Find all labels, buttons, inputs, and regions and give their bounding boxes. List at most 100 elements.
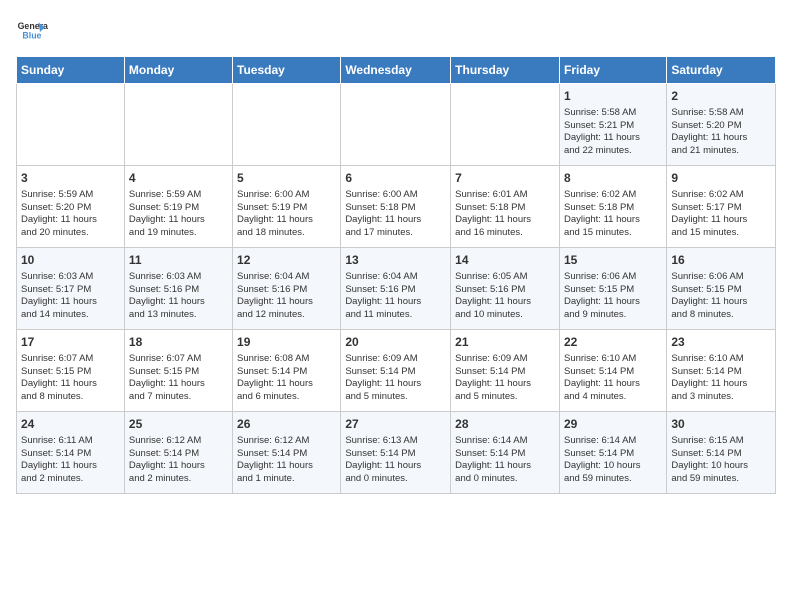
calendar-cell (341, 84, 451, 166)
calendar-week-row: 10Sunrise: 6:03 AMSunset: 5:17 PMDayligh… (17, 248, 776, 330)
calendar-cell: 14 Sunrise: 6:05 AMSunset: 5:16 PMDayligh… (451, 248, 560, 330)
day-number: 16 (671, 252, 771, 269)
day-info: Sunrise: 6:12 AMSunset: 5:14 PMDaylight:… (129, 435, 228, 486)
calendar-week-row: 3 Sunrise: 5:59 AMSunset: 5:20 PMDaylight… (17, 166, 776, 248)
day-number: 21 (455, 334, 555, 351)
calendar-cell (233, 84, 341, 166)
logo-icon: General Blue (16, 16, 48, 48)
calendar-cell: 30 Sunrise: 6:15 AMSunset: 5:14 PMDayligh… (667, 412, 776, 494)
day-number: 28 (455, 416, 555, 433)
calendar-cell: 13Sunrise: 6:04 AMSunset: 5:16 PMDayligh… (341, 248, 451, 330)
day-info: Sunrise: 6:03 AMSunset: 5:17 PMDaylight:… (21, 271, 120, 322)
calendar-cell: 4 Sunrise: 5:59 AMSunset: 5:19 PMDaylight… (124, 166, 232, 248)
day-number: 1 (564, 88, 662, 105)
day-number: 5 (237, 170, 336, 187)
calendar-cell (124, 84, 232, 166)
day-info: Sunrise: 6:15 AMSunset: 5:14 PMDaylight:… (671, 435, 771, 486)
calendar-cell: 1 Sunrise: 5:58 AMSunset: 5:21 PMDaylight… (559, 84, 666, 166)
day-info: Sunrise: 6:03 AMSunset: 5:16 PMDaylight:… (129, 271, 228, 322)
calendar-cell: 27Sunrise: 6:13 AMSunset: 5:14 PMDayligh… (341, 412, 451, 494)
day-number: 22 (564, 334, 662, 351)
calendar-cell (451, 84, 560, 166)
calendar-cell: 29 Sunrise: 6:14 AMSunset: 5:14 PMDayligh… (559, 412, 666, 494)
weekday-header-wednesday: Wednesday (341, 57, 451, 84)
calendar-cell: 21 Sunrise: 6:09 AMSunset: 5:14 PMDayligh… (451, 330, 560, 412)
weekday-header-row: SundayMondayTuesdayWednesdayThursdayFrid… (17, 57, 776, 84)
day-number: 8 (564, 170, 662, 187)
calendar-cell: 15 Sunrise: 6:06 AMSunset: 5:15 PMDayligh… (559, 248, 666, 330)
day-info: Sunrise: 5:59 AMSunset: 5:20 PMDaylight:… (21, 189, 120, 240)
weekday-header-sunday: Sunday (17, 57, 125, 84)
day-number: 20 (345, 334, 446, 351)
day-number: 13 (345, 252, 446, 269)
calendar-cell: 11 Sunrise: 6:03 AMSunset: 5:16 PMDayligh… (124, 248, 232, 330)
calendar-cell: 22Sunrise: 6:10 AMSunset: 5:14 PMDayligh… (559, 330, 666, 412)
day-info: Sunrise: 6:14 AMSunset: 5:14 PMDaylight:… (564, 435, 662, 486)
svg-text:Blue: Blue (22, 30, 41, 40)
weekday-header-thursday: Thursday (451, 57, 560, 84)
day-number: 30 (671, 416, 771, 433)
day-info: Sunrise: 6:02 AMSunset: 5:18 PMDaylight:… (564, 189, 662, 240)
day-info: Sunrise: 6:11 AMSunset: 5:14 PMDaylight:… (21, 435, 120, 486)
day-number: 7 (455, 170, 555, 187)
weekday-header-saturday: Saturday (667, 57, 776, 84)
day-number: 24 (21, 416, 120, 433)
calendar-cell: 8 Sunrise: 6:02 AMSunset: 5:18 PMDaylight… (559, 166, 666, 248)
day-number: 19 (237, 334, 336, 351)
calendar-week-row: 1 Sunrise: 5:58 AMSunset: 5:21 PMDaylight… (17, 84, 776, 166)
calendar-cell: 24 Sunrise: 6:11 AMSunset: 5:14 PMDayligh… (17, 412, 125, 494)
svg-text:General: General (18, 21, 48, 31)
calendar-cell: 23 Sunrise: 6:10 AMSunset: 5:14 PMDayligh… (667, 330, 776, 412)
calendar-cell: 12 Sunrise: 6:04 AMSunset: 5:16 PMDayligh… (233, 248, 341, 330)
calendar-cell: 17 Sunrise: 6:07 AMSunset: 5:15 PMDayligh… (17, 330, 125, 412)
calendar-cell: 6Sunrise: 6:00 AMSunset: 5:18 PMDaylight… (341, 166, 451, 248)
weekday-header-friday: Friday (559, 57, 666, 84)
day-info: Sunrise: 6:10 AMSunset: 5:14 PMDaylight:… (671, 353, 771, 404)
day-info: Sunrise: 6:13 AMSunset: 5:14 PMDaylight:… (345, 435, 446, 486)
day-info: Sunrise: 6:06 AMSunset: 5:15 PMDaylight:… (564, 271, 662, 322)
day-info: Sunrise: 6:08 AMSunset: 5:14 PMDaylight:… (237, 353, 336, 404)
day-info: Sunrise: 6:05 AMSunset: 5:16 PMDaylight:… (455, 271, 555, 322)
day-info: Sunrise: 6:00 AMSunset: 5:19 PMDaylight:… (237, 189, 336, 240)
calendar-week-row: 17 Sunrise: 6:07 AMSunset: 5:15 PMDayligh… (17, 330, 776, 412)
day-number: 14 (455, 252, 555, 269)
day-number: 29 (564, 416, 662, 433)
day-number: 2 (671, 88, 771, 105)
day-info: Sunrise: 5:58 AMSunset: 5:20 PMDaylight:… (671, 107, 771, 158)
day-number: 17 (21, 334, 120, 351)
page-header: General Blue (16, 16, 776, 48)
calendar-cell: 2 Sunrise: 5:58 AMSunset: 5:20 PMDaylight… (667, 84, 776, 166)
calendar-cell: 25 Sunrise: 6:12 AMSunset: 5:14 PMDayligh… (124, 412, 232, 494)
calendar-cell: 5 Sunrise: 6:00 AMSunset: 5:19 PMDaylight… (233, 166, 341, 248)
calendar-table: SundayMondayTuesdayWednesdayThursdayFrid… (16, 56, 776, 494)
day-number: 12 (237, 252, 336, 269)
day-info: Sunrise: 5:58 AMSunset: 5:21 PMDaylight:… (564, 107, 662, 158)
day-number: 3 (21, 170, 120, 187)
calendar-cell: 7 Sunrise: 6:01 AMSunset: 5:18 PMDaylight… (451, 166, 560, 248)
day-info: Sunrise: 6:07 AMSunset: 5:15 PMDaylight:… (21, 353, 120, 404)
day-number: 11 (129, 252, 228, 269)
calendar-cell: 16 Sunrise: 6:06 AMSunset: 5:15 PMDayligh… (667, 248, 776, 330)
day-number: 25 (129, 416, 228, 433)
calendar-cell: 18Sunrise: 6:07 AMSunset: 5:15 PMDayligh… (124, 330, 232, 412)
day-number: 23 (671, 334, 771, 351)
day-info: Sunrise: 6:02 AMSunset: 5:17 PMDaylight:… (671, 189, 771, 240)
day-info: Sunrise: 6:12 AMSunset: 5:14 PMDaylight:… (237, 435, 336, 486)
calendar-cell: 10Sunrise: 6:03 AMSunset: 5:17 PMDayligh… (17, 248, 125, 330)
calendar-cell: 28 Sunrise: 6:14 AMSunset: 5:14 PMDayligh… (451, 412, 560, 494)
calendar-cell: 3 Sunrise: 5:59 AMSunset: 5:20 PMDaylight… (17, 166, 125, 248)
calendar-cell: 20 Sunrise: 6:09 AMSunset: 5:14 PMDayligh… (341, 330, 451, 412)
day-info: Sunrise: 6:09 AMSunset: 5:14 PMDaylight:… (455, 353, 555, 404)
day-info: Sunrise: 6:04 AMSunset: 5:16 PMDaylight:… (237, 271, 336, 322)
day-number: 4 (129, 170, 228, 187)
day-info: Sunrise: 5:59 AMSunset: 5:19 PMDaylight:… (129, 189, 228, 240)
day-number: 9 (671, 170, 771, 187)
day-number: 15 (564, 252, 662, 269)
weekday-header-tuesday: Tuesday (233, 57, 341, 84)
day-info: Sunrise: 6:01 AMSunset: 5:18 PMDaylight:… (455, 189, 555, 240)
calendar-cell: 9 Sunrise: 6:02 AMSunset: 5:17 PMDaylight… (667, 166, 776, 248)
day-info: Sunrise: 6:09 AMSunset: 5:14 PMDaylight:… (345, 353, 446, 404)
day-number: 18 (129, 334, 228, 351)
day-info: Sunrise: 6:14 AMSunset: 5:14 PMDaylight:… (455, 435, 555, 486)
day-info: Sunrise: 6:06 AMSunset: 5:15 PMDaylight:… (671, 271, 771, 322)
